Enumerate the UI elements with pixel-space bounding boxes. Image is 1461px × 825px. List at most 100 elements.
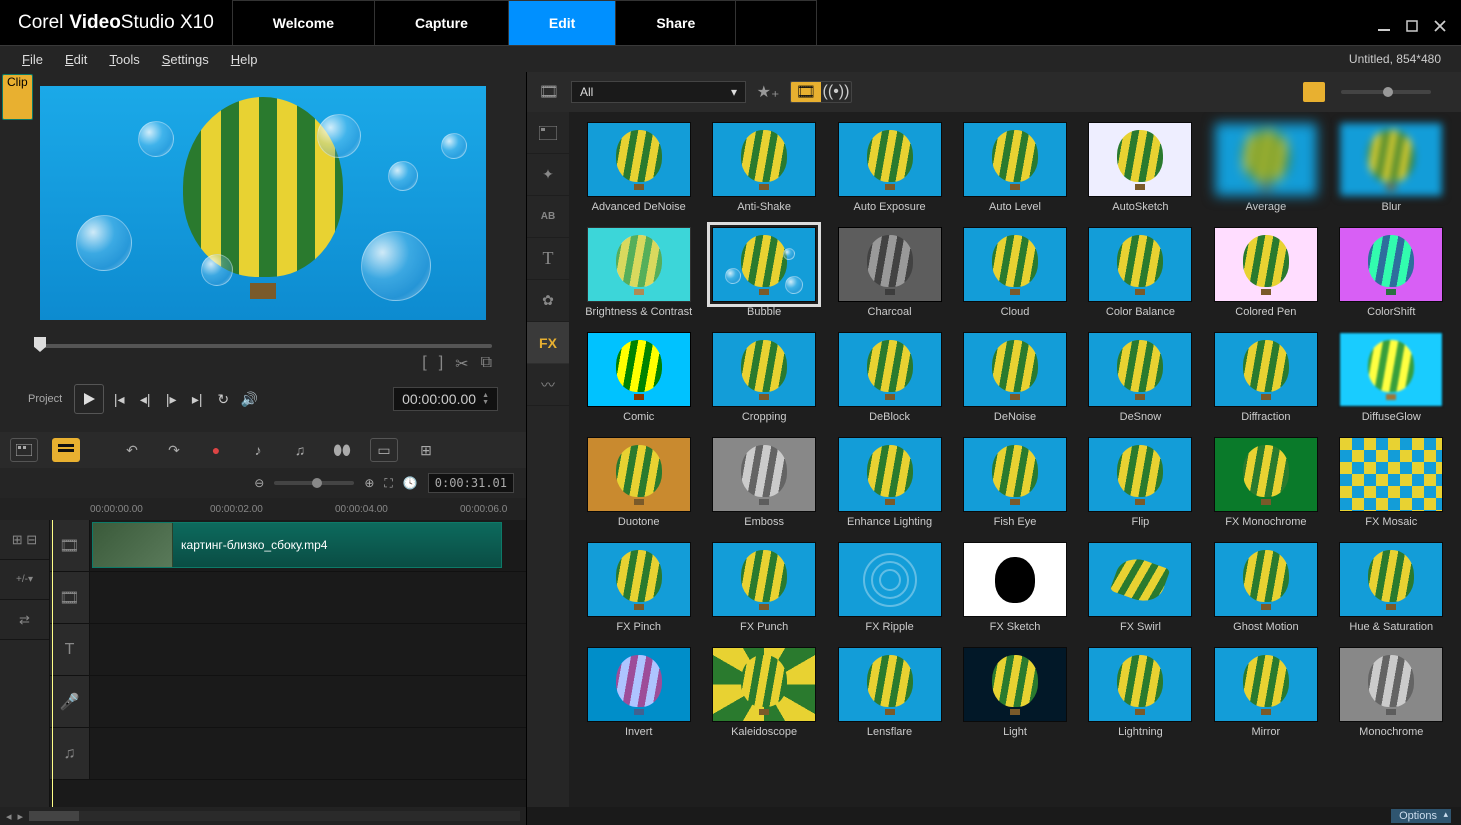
prev-frame-button[interactable]: ◂| — [136, 391, 154, 408]
next-frame-button[interactable]: |▸ — [162, 391, 180, 408]
timeline-ruler[interactable]: 00:00:00.00 00:00:02.00 00:00:04.00 00:0… — [0, 498, 526, 520]
show-audio-toggle[interactable]: ((•)) — [821, 82, 851, 102]
media-type-toggle[interactable]: 🎞 ((•)) — [790, 81, 852, 103]
fx-item[interactable]: ColorShift — [1336, 227, 1447, 318]
fx-item[interactable]: Lensflare — [834, 647, 945, 738]
tc-down[interactable]: ▼ — [482, 399, 489, 406]
tab-welcome[interactable]: Welcome — [232, 0, 375, 45]
fx-item[interactable]: Mirror — [1210, 647, 1321, 738]
zoom-in-button[interactable]: ⊕ — [364, 476, 374, 490]
preview-canvas[interactable] — [40, 86, 486, 320]
thumbnail-view-button[interactable] — [1303, 82, 1325, 102]
play-button[interactable] — [74, 384, 104, 414]
preview-timecode[interactable]: 00:00:00.00 ▲▼ — [393, 387, 498, 411]
track-motion-button[interactable]: ⬮⬮ — [328, 438, 356, 462]
side-path-button[interactable]: 〰 — [527, 364, 569, 406]
side-graphics-button[interactable]: T — [527, 238, 569, 280]
menu-tools[interactable]: Tools — [99, 49, 149, 70]
fx-item[interactable]: Average — [1210, 122, 1321, 213]
zoom-out-button[interactable]: ⊖ — [254, 476, 264, 490]
track-options-button[interactable]: ⊞ ⊟ — [0, 520, 49, 560]
menu-edit[interactable]: Edit — [55, 49, 97, 70]
scrub-playhead[interactable] — [34, 337, 46, 352]
fx-item[interactable]: Diffraction — [1210, 332, 1321, 423]
mark-in-icon[interactable]: [ — [422, 354, 426, 374]
timeline-clip[interactable]: картинг-близко_сбоку.mp4 — [92, 522, 502, 568]
side-title-button[interactable]: AB — [527, 196, 569, 238]
volume-button[interactable]: 🔊 — [240, 391, 258, 408]
goto-start-button[interactable]: |◂ — [110, 391, 128, 408]
add-favorite-button[interactable]: ★₊ — [756, 81, 780, 103]
preview-scrubber[interactable]: [ ] ✂ ⧉ — [10, 326, 516, 380]
fx-item[interactable]: DiffuseGlow — [1336, 332, 1447, 423]
auto-music-button[interactable]: ♫ — [286, 438, 314, 462]
zoom-slider[interactable] — [274, 481, 354, 485]
add-remove-tracks[interactable]: +/-▾ — [0, 560, 49, 600]
timeline-view-button[interactable] — [52, 438, 80, 462]
fx-item[interactable]: FX Punch — [708, 542, 819, 633]
redo-button[interactable]: ↷ — [160, 438, 188, 462]
audio-mixer-button[interactable]: ♪ — [244, 438, 272, 462]
snapshot-icon[interactable]: ⧉ — [481, 354, 492, 374]
side-filter-button[interactable]: ✿ — [527, 280, 569, 322]
tab-edit[interactable]: Edit — [509, 0, 616, 45]
tc-up[interactable]: ▲ — [482, 392, 489, 399]
fx-item[interactable]: Blur — [1336, 122, 1447, 213]
fx-item[interactable]: AutoSketch — [1085, 122, 1196, 213]
swap-tracks-button[interactable]: ⇄ — [0, 600, 49, 640]
goto-end-button[interactable]: ▸| — [188, 391, 206, 408]
fx-item[interactable]: Anti-Shake — [708, 122, 819, 213]
fx-item[interactable]: Color Balance — [1085, 227, 1196, 318]
fx-item[interactable]: FX Swirl — [1085, 542, 1196, 633]
fx-item[interactable]: FX Ripple — [834, 542, 945, 633]
loop-button[interactable]: ↻ — [214, 391, 232, 408]
side-media-button[interactable] — [527, 112, 569, 154]
fx-item[interactable]: Enhance Lighting — [834, 437, 945, 528]
fx-item[interactable]: Charcoal — [834, 227, 945, 318]
fx-item[interactable]: Lightning — [1085, 647, 1196, 738]
fx-item[interactable]: Kaleidoscope — [708, 647, 819, 738]
fx-item[interactable]: Auto Exposure — [834, 122, 945, 213]
fx-item[interactable]: Colored Pen — [1210, 227, 1321, 318]
library-filter-dropdown[interactable]: All ▾ — [571, 81, 746, 103]
effects-grid[interactable]: Advanced DeNoiseAnti-ShakeAuto Exposure A… — [569, 112, 1461, 807]
fx-item[interactable]: Cloud — [959, 227, 1070, 318]
fx-item[interactable]: Flip — [1085, 437, 1196, 528]
menu-help[interactable]: Help — [221, 49, 268, 70]
fx-item[interactable]: Light — [959, 647, 1070, 738]
maximize-button[interactable] — [1405, 19, 1419, 33]
fx-item[interactable]: Hue & Saturation — [1336, 542, 1447, 633]
fx-item[interactable]: FX Monochrome — [1210, 437, 1321, 528]
tab-share[interactable]: Share — [616, 0, 736, 45]
fx-item[interactable]: DeNoise — [959, 332, 1070, 423]
side-fx-button[interactable]: FX — [527, 322, 569, 364]
fx-item[interactable]: Ghost Motion — [1210, 542, 1321, 633]
upload-button[interactable] — [736, 0, 817, 45]
fx-item[interactable]: Advanced DeNoise — [583, 122, 694, 213]
menu-file[interactable]: File — [12, 49, 53, 70]
minimize-button[interactable] — [1377, 19, 1391, 33]
fx-item[interactable]: Emboss — [708, 437, 819, 528]
fx-item[interactable]: Monochrome — [1336, 647, 1447, 738]
storyboard-view-button[interactable] — [10, 438, 38, 462]
fx-item[interactable]: DeBlock — [834, 332, 945, 423]
fx-item[interactable]: FX Mosaic — [1336, 437, 1447, 528]
fx-item[interactable]: FX Pinch — [583, 542, 694, 633]
fx-item[interactable]: DeSnow — [1085, 332, 1196, 423]
fx-item[interactable]: Brightness & Contrast — [583, 227, 694, 318]
gallery-icon[interactable]: 🎞 — [537, 81, 561, 103]
multi-view-button[interactable]: ⊞ — [412, 438, 440, 462]
record-button[interactable]: ● — [202, 438, 230, 462]
side-transitions-button[interactable]: ✦ — [527, 154, 569, 196]
tab-capture[interactable]: Capture — [375, 0, 509, 45]
undo-button[interactable]: ↶ — [118, 438, 146, 462]
scroll-right[interactable]: ▸ — [18, 810, 24, 823]
close-button[interactable] — [1433, 19, 1447, 33]
mode-project-label[interactable]: Project — [28, 392, 62, 406]
options-button[interactable]: Options — [1391, 809, 1451, 823]
fx-item[interactable]: Cropping — [708, 332, 819, 423]
thumbnail-size-slider[interactable] — [1341, 90, 1431, 94]
fx-item[interactable]: FX Sketch — [959, 542, 1070, 633]
mode-clip-label[interactable]: Clip — [2, 74, 33, 120]
split-icon[interactable]: ✂ — [455, 354, 468, 374]
